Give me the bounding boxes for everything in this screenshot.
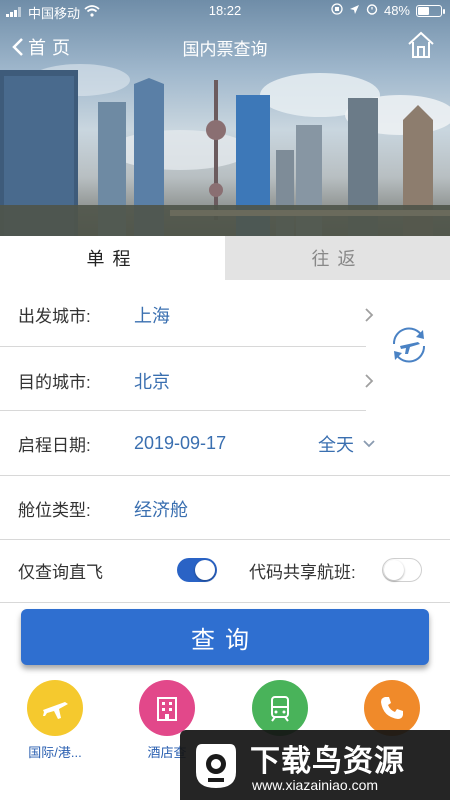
train-icon	[252, 680, 308, 736]
codeshare-label: 代码共享航班:	[249, 563, 356, 582]
alarm-icon	[366, 3, 378, 18]
home-icon	[408, 31, 434, 58]
watermark-logo-icon	[196, 744, 236, 788]
search-button[interactable]: 查询	[21, 609, 429, 665]
status-bar: 中国移动 18:22 48%	[0, 0, 450, 22]
divider	[0, 346, 366, 347]
chevron-left-icon	[12, 38, 23, 56]
status-right: 48%	[331, 3, 445, 18]
rotation-lock-icon	[331, 3, 343, 18]
departure-city-value[interactable]: 上海	[134, 302, 170, 328]
back-label: 首页	[28, 38, 76, 58]
date-label: 启程日期:	[18, 436, 91, 455]
departure-date-row[interactable]: 启程日期: 2019-09-17 全天	[0, 411, 450, 476]
quick-link-international[interactable]: 国际/港...	[5, 680, 105, 761]
cabin-value[interactable]: 经济舱	[134, 496, 188, 522]
airplane-icon	[27, 680, 83, 736]
destination-city-row[interactable]: 目的城市: 北京	[0, 348, 380, 413]
trip-type-tabs: 单程 往返	[0, 236, 450, 280]
departure-city-row[interactable]: 出发城市: 上海	[0, 282, 380, 347]
tab-round-trip[interactable]: 往返	[225, 236, 450, 280]
date-value[interactable]: 2019-09-17	[134, 433, 226, 454]
tab-one-way[interactable]: 单程	[0, 236, 225, 280]
destination-label: 目的城市:	[18, 373, 91, 392]
watermark-url: www.xiazainiao.com	[252, 777, 379, 793]
watermark-title: 下载鸟资源	[250, 745, 405, 778]
departure-label: 出发城市:	[18, 307, 91, 326]
battery-percent: 48%	[383, 3, 410, 18]
toggle-knob	[384, 560, 404, 580]
quick-link-label: 国际/港...	[28, 745, 82, 760]
chevron-down-icon	[363, 439, 375, 447]
swap-cities-button[interactable]	[388, 324, 430, 366]
cabin-label: 舱位类型:	[18, 501, 91, 520]
direct-only-label: 仅查询直飞	[18, 563, 103, 582]
phone-icon	[364, 680, 420, 736]
time-option-dropdown[interactable]: 全天	[318, 431, 354, 457]
watermark-banner: 下载鸟资源 www.xiazainiao.com	[180, 730, 450, 800]
nav-bar: 首页 国内票查询	[0, 22, 450, 70]
direct-only-toggle[interactable]	[177, 558, 217, 582]
home-button[interactable]	[406, 30, 436, 65]
hotel-icon	[139, 680, 195, 736]
chevron-right-icon	[365, 373, 374, 388]
codeshare-toggle[interactable]	[382, 558, 422, 582]
battery-icon	[416, 4, 445, 17]
back-button[interactable]: 首页	[12, 34, 76, 60]
swap-airplane-icon	[392, 327, 426, 363]
destination-city-value[interactable]: 北京	[134, 368, 170, 394]
toggle-knob	[195, 560, 215, 580]
flight-filter-row: 仅查询直飞 代码共享航班:	[0, 538, 450, 603]
location-icon	[349, 3, 360, 18]
chevron-right-icon	[365, 307, 374, 322]
divider	[0, 602, 450, 603]
cabin-class-row[interactable]: 舱位类型: 经济舱	[0, 476, 450, 541]
